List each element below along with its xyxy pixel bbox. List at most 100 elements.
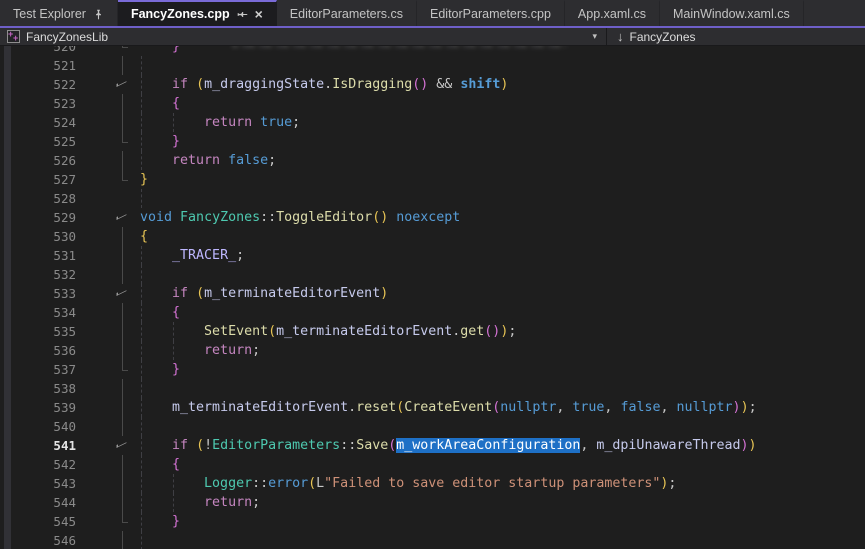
fold-chevron-icon[interactable] [76,208,140,227]
code-text[interactable]: void FancyZones::ToggleEditor() noexcept [140,208,865,227]
code-text[interactable]: return false; [140,151,865,170]
code-line-534[interactable]: 534 { [0,303,865,322]
line-number[interactable]: 531 [0,246,76,265]
close-icon[interactable]: × [255,7,263,21]
code-line-538[interactable]: 538 [0,379,865,398]
code-text[interactable] [140,531,865,549]
code-line-522[interactable]: 522 if (m_draggingState.IsDragging() && … [0,75,865,94]
code-line-543[interactable]: 543 Logger::error(L"Failed to save edito… [0,474,865,493]
code-text[interactable]: m_terminateEditorEvent.reset(CreateEvent… [140,398,865,417]
token: ; [508,324,516,339]
code-text[interactable]: { [140,227,865,246]
code-line-533[interactable]: 533 if (m_terminateEditorEvent) [0,284,865,303]
code-line-539[interactable]: 539 m_terminateEditorEvent.reset(CreateE… [0,398,865,417]
code-line-535[interactable]: 535 SetEvent(m_terminateEditorEvent.get(… [0,322,865,341]
tab-app-xaml-cs[interactable]: App.xaml.cs [565,0,660,26]
code-line-545[interactable]: 545 } [0,512,865,531]
line-number[interactable]: 529 [0,208,76,227]
line-number[interactable]: 538 [0,379,76,398]
code-line-546[interactable]: 546 [0,531,865,549]
code-text[interactable]: return true; [140,113,865,132]
selected-text[interactable]: m_workAreaConfiguration [396,438,580,453]
line-number[interactable]: 532 [0,265,76,284]
code-line-544[interactable]: 544 return; [0,493,865,512]
code-line-530[interactable]: 530 { [0,227,865,246]
code-editor[interactable]: 520 }521522 if (m_draggingState.IsDraggi… [0,46,865,549]
line-number[interactable]: 524 [0,113,76,132]
tab-fancyzones-cpp[interactable]: FancyZones.cpp× [118,0,277,26]
tab-test-explorer[interactable]: Test Explorer [0,0,118,26]
code-text[interactable] [140,265,865,284]
fold-chevron-icon[interactable] [76,75,140,94]
line-number[interactable]: 539 [0,398,76,417]
code-line-531[interactable]: 531 _TRACER_; [0,246,865,265]
tab-mainwindow-xaml-cs[interactable]: MainWindow.xaml.cs [660,0,804,26]
line-number[interactable]: 536 [0,341,76,360]
line-number[interactable]: 533 [0,284,76,303]
pin-icon[interactable] [93,9,104,20]
line-number[interactable]: 544 [0,493,76,512]
line-number[interactable]: 528 [0,189,76,208]
code-line-525[interactable]: 525 } [0,132,865,151]
line-number[interactable]: 535 [0,322,76,341]
code-text[interactable]: } [140,512,865,531]
line-number[interactable]: 526 [0,151,76,170]
tab-editorparameters-cpp[interactable]: EditorParameters.cpp [417,0,565,26]
code-text[interactable]: _TRACER_; [140,246,865,265]
line-number[interactable]: 534 [0,303,76,322]
line-number[interactable]: 521 [0,56,76,75]
code-text[interactable]: if (m_terminateEditorEvent) [140,284,865,303]
code-text[interactable]: if (m_draggingState.IsDragging() && shif… [140,75,865,94]
fold-chevron-icon[interactable] [76,284,140,303]
code-text[interactable]: SetEvent(m_terminateEditorEvent.get()); [140,322,865,341]
chevron-down-icon[interactable]: ▾ [592,31,597,42]
code-line-532[interactable]: 532 [0,265,865,284]
pin-rotated-icon[interactable] [237,9,248,20]
code-text[interactable] [140,189,865,208]
code-text[interactable]: { [140,303,865,322]
code-text[interactable]: Logger::error(L"Failed to save editor st… [140,474,865,493]
line-number[interactable]: 545 [0,512,76,531]
line-number[interactable]: 522 [0,75,76,94]
fold-chevron-icon[interactable] [76,436,140,455]
code-text[interactable]: return; [140,493,865,512]
code-line-523[interactable]: 523 { [0,94,865,113]
line-number[interactable]: 527 [0,170,76,189]
code-line-542[interactable]: 542 { [0,455,865,474]
code-text[interactable]: return; [140,341,865,360]
tab-editorparameters-cs[interactable]: EditorParameters.cs [277,0,417,26]
code-line-529[interactable]: 529 void FancyZones::ToggleEditor() noexc… [0,208,865,227]
code-line-521[interactable]: 521 [0,56,865,75]
code-text[interactable] [140,417,865,436]
line-number[interactable]: 530 [0,227,76,246]
code-text[interactable]: } [140,170,865,189]
code-line-541[interactable]: 541 if (!EditorParameters::Save(m_workAr… [0,436,865,455]
code-line-527[interactable]: 527} [0,170,865,189]
code-text[interactable] [140,56,865,75]
code-text[interactable]: } [140,360,865,379]
line-number[interactable]: 520 [0,46,76,56]
code-text[interactable]: { [140,455,865,474]
line-number[interactable]: 541 [0,436,76,455]
code-line-540[interactable]: 540 [0,417,865,436]
code-text[interactable]: } [140,46,865,56]
code-text[interactable]: if (!EditorParameters::Save(m_workAreaCo… [140,436,865,455]
line-number[interactable]: 523 [0,94,76,113]
project-dropdown[interactable]: ++ FancyZonesLib ▾ [0,28,606,45]
code-line-528[interactable]: 528 [0,189,865,208]
line-number[interactable]: 537 [0,360,76,379]
code-line-537[interactable]: 537 } [0,360,865,379]
code-text[interactable] [140,379,865,398]
code-line-520[interactable]: 520 } [0,46,865,56]
code-text[interactable]: { [140,94,865,113]
line-number[interactable]: 525 [0,132,76,151]
code-line-526[interactable]: 526 return false; [0,151,865,170]
code-line-536[interactable]: 536 return; [0,341,865,360]
scope-dropdown[interactable]: ↓ FancyZones [607,28,865,45]
code-line-524[interactable]: 524 return true; [0,113,865,132]
line-number[interactable]: 546 [0,531,76,549]
line-number[interactable]: 540 [0,417,76,436]
code-text[interactable]: } [140,132,865,151]
line-number[interactable]: 543 [0,474,76,493]
line-number[interactable]: 542 [0,455,76,474]
